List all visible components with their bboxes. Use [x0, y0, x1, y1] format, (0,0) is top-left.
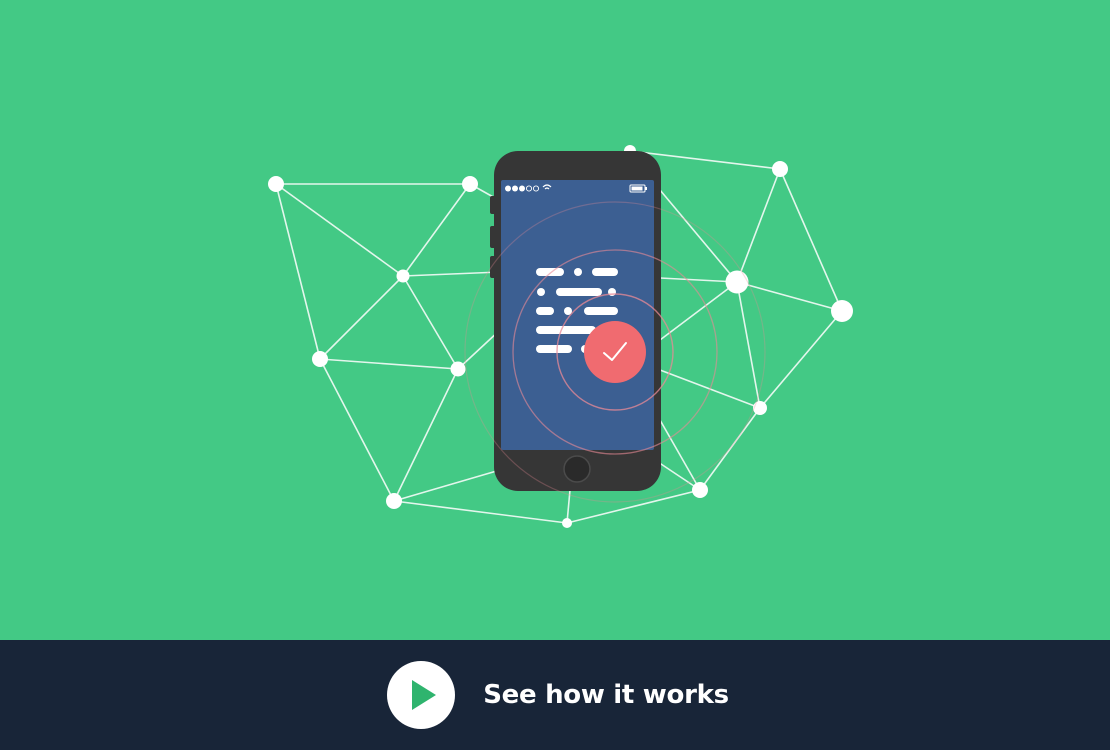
verified-badge — [584, 321, 646, 383]
network-node — [386, 493, 402, 509]
network-node — [396, 269, 410, 283]
network-node — [772, 161, 788, 177]
network-node — [753, 401, 767, 415]
see-how-it-works-button[interactable]: See how it works — [387, 661, 729, 729]
network-node — [450, 361, 466, 377]
network-node — [725, 270, 749, 294]
network-node — [268, 176, 284, 192]
network-node — [562, 518, 572, 528]
network-node — [312, 351, 328, 367]
hero-svg — [0, 0, 1110, 640]
home-button-icon — [563, 455, 591, 483]
hero-illustration — [0, 0, 1110, 640]
cta-label: See how it works — [483, 680, 729, 710]
play-button[interactable] — [387, 661, 456, 729]
play-icon — [412, 680, 437, 710]
network-node — [831, 300, 853, 322]
network-node — [462, 176, 478, 192]
cta-bar: See how it works — [0, 640, 1110, 750]
network-node — [692, 482, 708, 498]
phone-screen — [501, 180, 654, 450]
